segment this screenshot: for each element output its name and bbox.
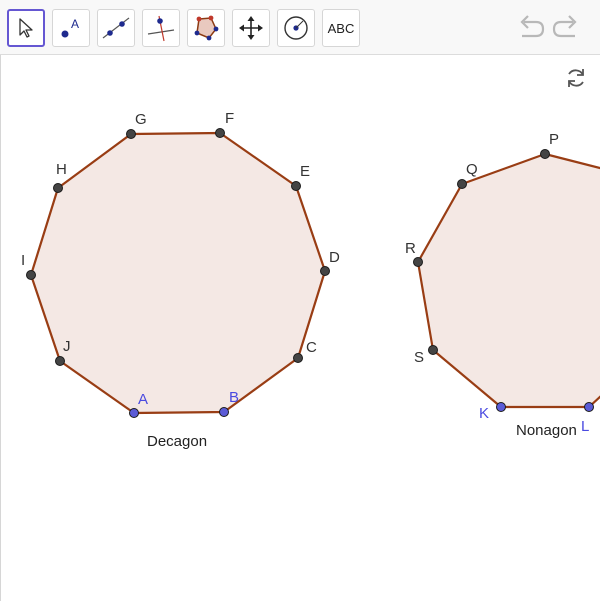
point-g[interactable] bbox=[126, 129, 136, 139]
label-s: S bbox=[414, 349, 424, 366]
label-h: H bbox=[56, 161, 67, 178]
point-i[interactable] bbox=[26, 270, 36, 280]
label-j: J bbox=[63, 338, 71, 355]
geometry-canvas: A B C D E F G H I J Decagon K L P Q R S … bbox=[21, 110, 600, 450]
point-a[interactable] bbox=[129, 408, 139, 418]
label-i: I bbox=[21, 252, 25, 269]
label-c: C bbox=[306, 339, 317, 356]
label-q: Q bbox=[466, 161, 478, 178]
point-s[interactable] bbox=[428, 345, 438, 355]
decagon-polygon[interactable] bbox=[29, 131, 327, 415]
point-j[interactable] bbox=[55, 356, 65, 366]
label-p: P bbox=[549, 131, 559, 148]
point-l[interactable] bbox=[584, 402, 594, 412]
point-b[interactable] bbox=[219, 407, 229, 417]
point-d[interactable] bbox=[320, 266, 330, 276]
label-g: G bbox=[135, 111, 147, 128]
point-h[interactable] bbox=[53, 183, 63, 193]
point-c[interactable] bbox=[293, 353, 303, 363]
label-k: K bbox=[479, 405, 489, 422]
point-f[interactable] bbox=[215, 128, 225, 138]
point-p[interactable] bbox=[540, 149, 550, 159]
label-l: L bbox=[581, 418, 589, 435]
point-r[interactable] bbox=[413, 257, 423, 267]
label-r: R bbox=[405, 240, 416, 257]
point-e[interactable] bbox=[291, 181, 301, 191]
label-a: A bbox=[138, 391, 148, 408]
label-e: E bbox=[300, 163, 310, 180]
nonagon-caption: Nonagon bbox=[516, 422, 577, 439]
decagon-caption: Decagon bbox=[147, 433, 207, 450]
label-b: B bbox=[229, 389, 239, 406]
point-k[interactable] bbox=[496, 402, 506, 412]
label-f: F bbox=[225, 110, 234, 127]
label-d: D bbox=[329, 249, 340, 266]
nonagon-polygon[interactable] bbox=[416, 152, 600, 409]
point-q[interactable] bbox=[457, 179, 467, 189]
